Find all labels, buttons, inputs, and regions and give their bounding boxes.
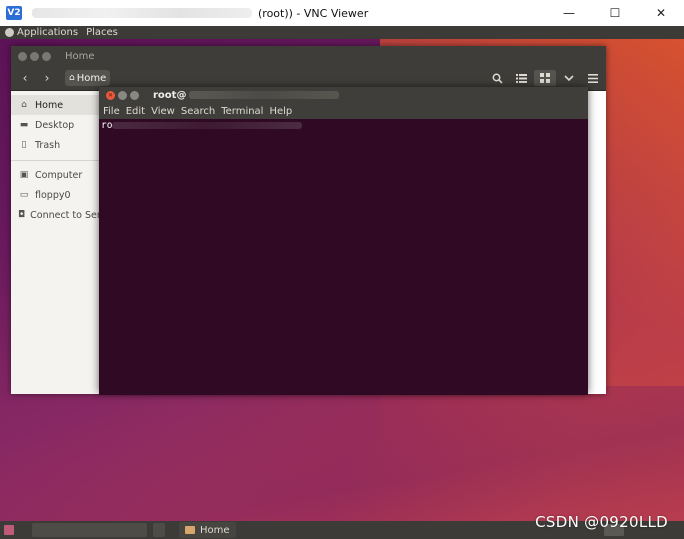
sidebar-item-desktop[interactable]: ▬ Desktop <box>11 115 99 135</box>
watermark: CSDN @0920LLD <box>535 513 668 531</box>
menu-edit[interactable]: Edit <box>126 106 145 117</box>
menu-file[interactable]: File <box>103 106 120 117</box>
window-controls: — ☐ ✕ <box>546 0 684 26</box>
terminal-title: root@ <box>153 89 187 101</box>
close-button[interactable]: ✕ <box>638 0 684 26</box>
file-manager-title: Home <box>65 50 95 62</box>
sidebar-item-label: Desktop <box>35 119 75 131</box>
sidebar-item-connect-server[interactable]: ◘ Connect to Server <box>11 205 99 225</box>
sidebar-item-label: floppy0 <box>35 189 71 201</box>
sidebar-item-floppy[interactable]: ▭ floppy0 <box>11 185 99 205</box>
hamburger-menu-icon[interactable] <box>582 70 604 86</box>
applications-menu[interactable]: Applications <box>17 27 78 38</box>
path-home-button[interactable]: ⌂ Home <box>65 70 111 86</box>
sidebar-item-label: Connect to Server <box>30 209 99 221</box>
gnome-top-panel: Applications Places <box>0 26 684 39</box>
terminal-title-bar: ✕ root@ <box>99 87 588 103</box>
maximize-button[interactable]: ☐ <box>592 0 638 26</box>
search-icon[interactable] <box>486 70 508 86</box>
folder-icon <box>185 526 195 534</box>
sidebar-item-label: Home <box>35 99 64 111</box>
remote-desktop[interactable]: Applications Places Home ‹ › ⌂ Home ⌂ Ho… <box>0 26 684 539</box>
home-icon: ⌂ <box>21 100 27 110</box>
menu-terminal[interactable]: Terminal <box>221 106 263 117</box>
terminal-output[interactable]: ro <box>99 119 588 395</box>
minimize-window-icon[interactable] <box>30 51 39 61</box>
taskbar-item-label: Home <box>200 524 230 536</box>
shell-prompt: ro <box>101 120 113 131</box>
vnc-window-title: (root)) - VNC Viewer <box>258 6 369 20</box>
minimize-button[interactable]: — <box>546 0 592 26</box>
redacted-window-title <box>32 8 252 18</box>
sidebar-item-home[interactable]: ⌂ Home <box>11 95 99 115</box>
list-view-icon[interactable] <box>510 70 532 86</box>
trash-icon: ▯ <box>21 140 27 150</box>
taskbar-item-redacted[interactable] <box>32 523 147 537</box>
show-desktop-icon[interactable] <box>4 525 14 535</box>
computer-icon: ▣ <box>19 170 29 180</box>
network-icon: ◘ <box>18 210 26 220</box>
sidebar-item-trash[interactable]: ▯ Trash <box>11 135 99 155</box>
menu-search[interactable]: Search <box>181 106 215 117</box>
taskbar-item-home[interactable]: Home <box>179 522 236 538</box>
taskbar-item-redacted-2[interactable] <box>153 523 165 537</box>
places-menu[interactable]: Places <box>86 27 118 38</box>
forward-button[interactable]: › <box>39 70 55 86</box>
minimize-icon[interactable] <box>118 90 127 100</box>
close-window-icon[interactable] <box>18 51 27 61</box>
folder-icon: ▬ <box>19 120 29 130</box>
maximize-icon[interactable] <box>130 90 139 100</box>
terminal-window: ✕ root@ File Edit View Search Terminal H… <box>99 87 588 395</box>
sidebar-item-computer[interactable]: ▣ Computer <box>11 165 99 185</box>
sidebar-item-label: Computer <box>35 169 83 181</box>
chevron-down-icon[interactable] <box>558 70 580 86</box>
terminal-menu-bar: File Edit View Search Terminal Help <box>99 103 588 119</box>
redacted-prompt <box>112 122 303 129</box>
close-icon[interactable]: ✕ <box>106 90 115 100</box>
file-manager-title-bar: Home <box>11 46 606 66</box>
vnc-logo-icon: V2 <box>6 6 22 20</box>
sidebar-item-label: Trash <box>35 139 61 151</box>
menu-help[interactable]: Help <box>269 106 292 117</box>
applications-icon <box>5 28 14 37</box>
grid-view-icon[interactable] <box>534 70 556 86</box>
vnc-title-bar: V2 (root)) - VNC Viewer — ☐ ✕ <box>0 0 684 26</box>
sidebar-divider <box>11 160 99 161</box>
maximize-window-icon[interactable] <box>42 51 51 61</box>
redacted-terminal-title <box>189 91 340 99</box>
path-home-label: Home <box>76 72 107 84</box>
drive-icon: ▭ <box>19 190 29 200</box>
back-button[interactable]: ‹ <box>17 70 33 86</box>
places-sidebar: ⌂ Home ▬ Desktop ▯ Trash ▣ Computer ▭ fl… <box>11 91 100 394</box>
home-icon: ⌂ <box>69 73 75 83</box>
menu-view[interactable]: View <box>151 106 175 117</box>
